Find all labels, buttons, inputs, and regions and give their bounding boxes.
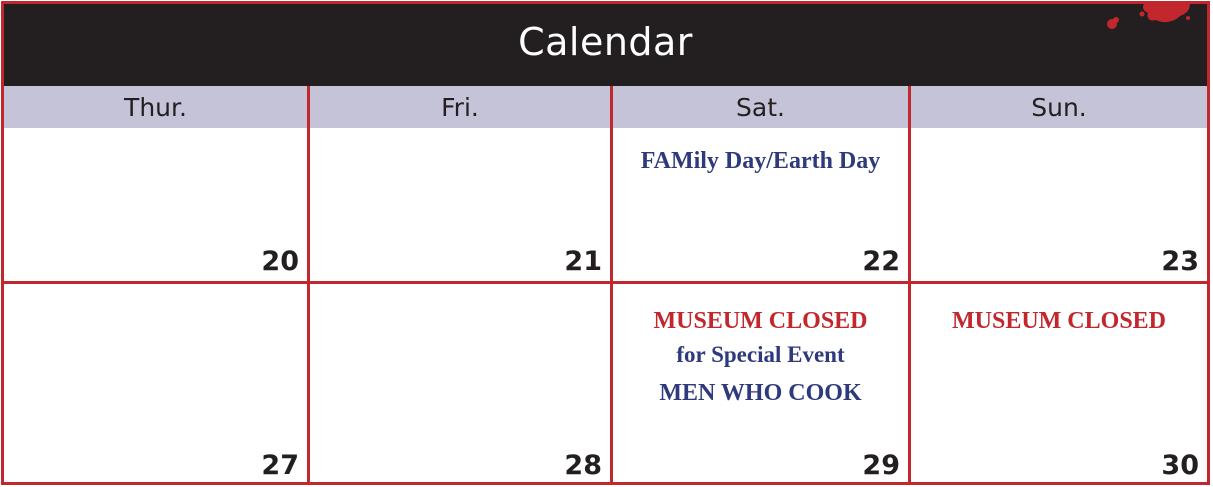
date-number: 27 — [261, 450, 299, 481]
day-cell-29[interactable]: MUSEUM CLOSED for Special Event MEN WHO … — [613, 284, 908, 485]
day-cell-23[interactable]: 23 — [911, 128, 1207, 281]
date-number: 23 — [1161, 246, 1199, 277]
day-cell-30[interactable]: MUSEUM CLOSED 30 — [911, 284, 1207, 485]
weekday-header-row: Thur. Fri. Sat. Sun. — [4, 86, 1207, 128]
date-number: 20 — [261, 246, 299, 277]
day-cell-21[interactable]: 21 — [310, 128, 610, 281]
date-number: 28 — [564, 450, 602, 481]
event-museum-closed: MUSEUM CLOSED — [653, 308, 868, 334]
date-number: 30 — [1161, 450, 1199, 481]
day-cell-22[interactable]: FAMily Day/Earth Day 22 — [613, 128, 908, 281]
event-family-day: FAMily Day/Earth Day — [640, 148, 881, 174]
title-bar: Calendar — [4, 4, 1207, 86]
day-header-saturday: Sat. — [736, 92, 785, 122]
date-number: 21 — [564, 246, 602, 277]
day-header-sunday: Sun. — [1031, 92, 1087, 122]
event-special-event: for Special Event — [676, 342, 845, 367]
day-cell-28[interactable]: 28 — [310, 284, 610, 485]
event-men-who-cook: MEN WHO COOK — [659, 380, 862, 406]
calendar-title: Calendar — [518, 20, 693, 64]
date-number: 29 — [862, 450, 900, 481]
event-museum-closed: MUSEUM CLOSED — [951, 308, 1167, 334]
paint-splatter-icon — [1107, 4, 1190, 29]
date-number: 22 — [862, 246, 900, 277]
day-header-thursday: Thur. — [124, 92, 187, 122]
calendar: Calendar Thur. Fri. Sat. Sun. 20 21 FAMi… — [1, 1, 1210, 485]
day-cell-27[interactable]: 27 — [4, 284, 307, 485]
day-header-friday: Fri. — [441, 92, 479, 122]
day-cell-20[interactable]: 20 — [4, 128, 307, 281]
